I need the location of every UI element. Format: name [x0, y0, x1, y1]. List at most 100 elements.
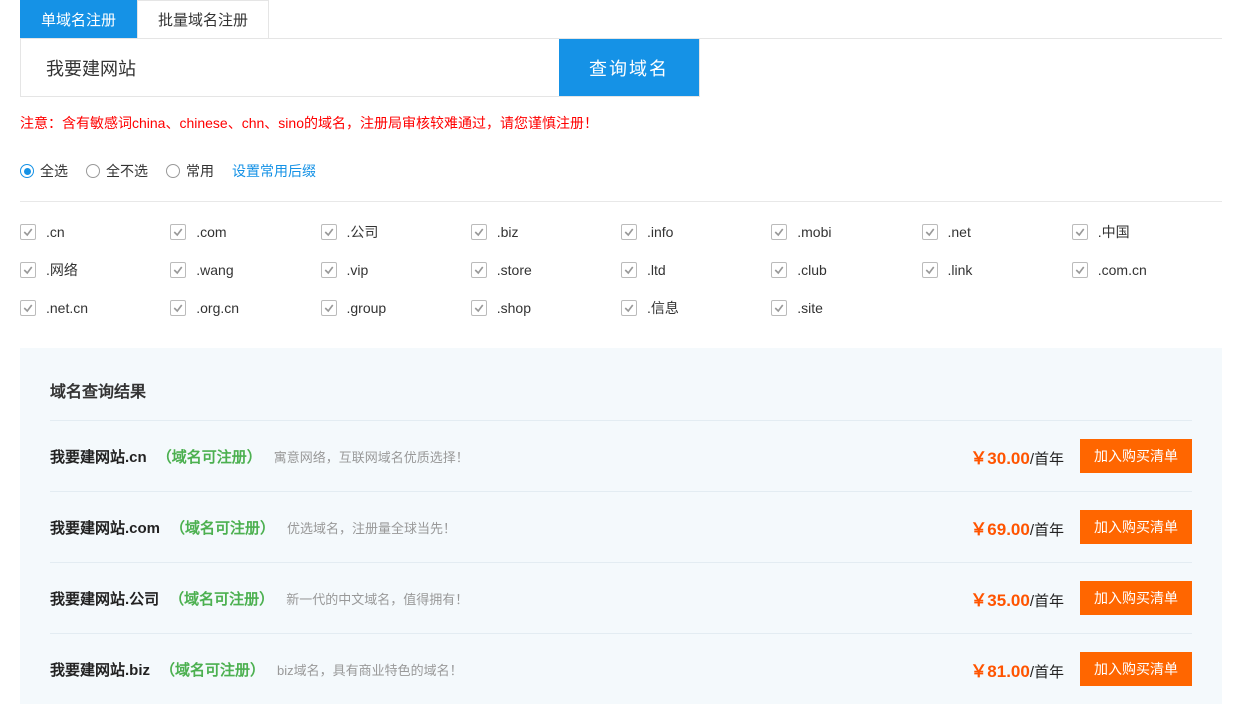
tld-checkbox[interactable]: .com: [170, 222, 320, 242]
tld-label: .vip: [347, 262, 369, 278]
result-price: 30.00: [987, 449, 1030, 468]
checkbox-icon: [20, 300, 36, 316]
tld-checkbox[interactable]: .mobi: [771, 222, 921, 242]
checkbox-icon: [20, 224, 36, 240]
tab-single-domain[interactable]: 单域名注册: [20, 0, 137, 38]
tld-label: .net.cn: [46, 300, 88, 316]
tld-checkbox[interactable]: .group: [321, 298, 471, 318]
result-row: 我要建网站.biz（域名可注册）biz域名，具有商业特色的域名！￥81.00/首…: [50, 633, 1192, 704]
tld-label: .信息: [647, 298, 679, 318]
radio-label: 全选: [40, 161, 68, 181]
search-button[interactable]: 查询域名: [559, 39, 699, 96]
result-right: ￥30.00/首年加入购买清单: [970, 439, 1192, 473]
tld-checkbox[interactable]: .shop: [471, 298, 621, 318]
result-price-wrap: ￥35.00/首年: [970, 586, 1064, 611]
radio-icon: [86, 164, 100, 178]
checkbox-icon: [170, 300, 186, 316]
tld-label: .网络: [46, 260, 78, 280]
result-right: ￥81.00/首年加入购买清单: [970, 652, 1192, 686]
divider: [20, 201, 1222, 202]
add-to-cart-button[interactable]: 加入购买清单: [1080, 510, 1192, 544]
result-price-wrap: ￥81.00/首年: [970, 657, 1064, 682]
suffix-selector-row: 全选 全不选 常用 设置常用后缀: [20, 161, 1222, 181]
result-status: （域名可注册）: [169, 588, 274, 609]
result-price-wrap: ￥30.00/首年: [970, 444, 1064, 469]
suffix-radio-group: 全选 全不选 常用: [20, 161, 214, 181]
tld-label: .club: [797, 262, 827, 278]
tld-label: .site: [797, 300, 823, 316]
tld-label: .中国: [1098, 222, 1130, 242]
result-status: （域名可注册）: [157, 446, 262, 467]
radio-select-none[interactable]: 全不选: [86, 161, 148, 181]
radio-select-common[interactable]: 常用: [166, 161, 214, 181]
price-unit: /首年: [1030, 593, 1064, 610]
radio-icon: [20, 164, 34, 178]
domain-search-input[interactable]: [21, 39, 559, 96]
tld-checkbox[interactable]: .link: [922, 260, 1072, 280]
set-common-suffix-link[interactable]: 设置常用后缀: [232, 161, 316, 181]
tld-label: .org.cn: [196, 300, 239, 316]
checkbox-icon: [471, 224, 487, 240]
tld-checkbox[interactable]: .info: [621, 222, 771, 242]
result-domain: 我要建网站.公司: [50, 588, 159, 609]
result-status: （域名可注册）: [160, 659, 265, 680]
tld-checkbox[interactable]: .公司: [321, 222, 471, 242]
tld-label: .com.cn: [1098, 262, 1147, 278]
tab-bulk-domain[interactable]: 批量域名注册: [137, 0, 269, 38]
results-title: 域名查询结果: [50, 378, 1192, 402]
tld-checkbox[interactable]: .club: [771, 260, 921, 280]
result-note: 新一代的中文域名，值得拥有！: [286, 589, 468, 608]
search-results-panel: 域名查询结果 我要建网站.cn（域名可注册）寓意网络，互联网域名优质选择！￥30…: [20, 348, 1222, 704]
checkbox-icon: [771, 300, 787, 316]
tld-label: .shop: [497, 300, 531, 316]
tld-checkbox[interactable]: .网络: [20, 260, 170, 280]
checkbox-icon: [922, 262, 938, 278]
checkbox-icon: [321, 224, 337, 240]
tld-label: .cn: [46, 224, 65, 240]
tld-checkbox[interactable]: .信息: [621, 298, 771, 318]
checkbox-icon: [922, 224, 938, 240]
checkbox-icon: [621, 262, 637, 278]
tld-checkbox[interactable]: .site: [771, 298, 921, 318]
tld-label: .biz: [497, 224, 519, 240]
tld-checkbox[interactable]: .vip: [321, 260, 471, 280]
result-note: 优选域名，注册量全球当先！: [287, 518, 456, 537]
tld-checkbox[interactable]: .wang: [170, 260, 320, 280]
tld-checkbox[interactable]: .cn: [20, 222, 170, 242]
checkbox-icon: [170, 262, 186, 278]
result-note: biz域名，具有商业特色的域名！: [277, 660, 463, 679]
results-list: 我要建网站.cn（域名可注册）寓意网络，互联网域名优质选择！￥30.00/首年加…: [50, 420, 1192, 704]
tld-label: .group: [347, 300, 387, 316]
checkbox-icon: [321, 300, 337, 316]
checkbox-icon: [1072, 224, 1088, 240]
checkbox-icon: [321, 262, 337, 278]
radio-label: 全不选: [106, 161, 148, 181]
tld-label: .mobi: [797, 224, 831, 240]
checkbox-icon: [170, 224, 186, 240]
tld-checkbox[interactable]: .net: [922, 222, 1072, 242]
radio-icon: [166, 164, 180, 178]
add-to-cart-button[interactable]: 加入购买清单: [1080, 439, 1192, 473]
tld-checkbox[interactable]: .中国: [1072, 222, 1222, 242]
checkbox-icon: [471, 262, 487, 278]
tld-checkbox[interactable]: .biz: [471, 222, 621, 242]
tld-checkbox[interactable]: .org.cn: [170, 298, 320, 318]
radio-select-all[interactable]: 全选: [20, 161, 68, 181]
tld-label: .com: [196, 224, 226, 240]
tld-checkbox[interactable]: .store: [471, 260, 621, 280]
add-to-cart-button[interactable]: 加入购买清单: [1080, 581, 1192, 615]
checkbox-icon: [771, 224, 787, 240]
domain-search-bar: 查询域名: [20, 39, 700, 97]
tld-checkbox[interactable]: .com.cn: [1072, 260, 1222, 280]
price-unit: /首年: [1030, 451, 1064, 468]
radio-label: 常用: [186, 161, 214, 181]
result-row: 我要建网站.cn（域名可注册）寓意网络，互联网域名优质选择！￥30.00/首年加…: [50, 420, 1192, 491]
result-price: 69.00: [987, 520, 1030, 539]
price-symbol: ￥: [970, 591, 987, 610]
result-row: 我要建网站.公司 （域名可注册） 新一代的中文域名，值得拥有！ ￥35.00/首年加入…: [50, 562, 1192, 633]
add-to-cart-button[interactable]: 加入购买清单: [1080, 652, 1192, 686]
checkbox-icon: [20, 262, 36, 278]
sensitive-word-notice: 注意：含有敏感词china、chinese、chn、sino的域名，注册局审核较…: [20, 113, 1222, 133]
tld-checkbox[interactable]: .ltd: [621, 260, 771, 280]
tld-checkbox[interactable]: .net.cn: [20, 298, 170, 318]
